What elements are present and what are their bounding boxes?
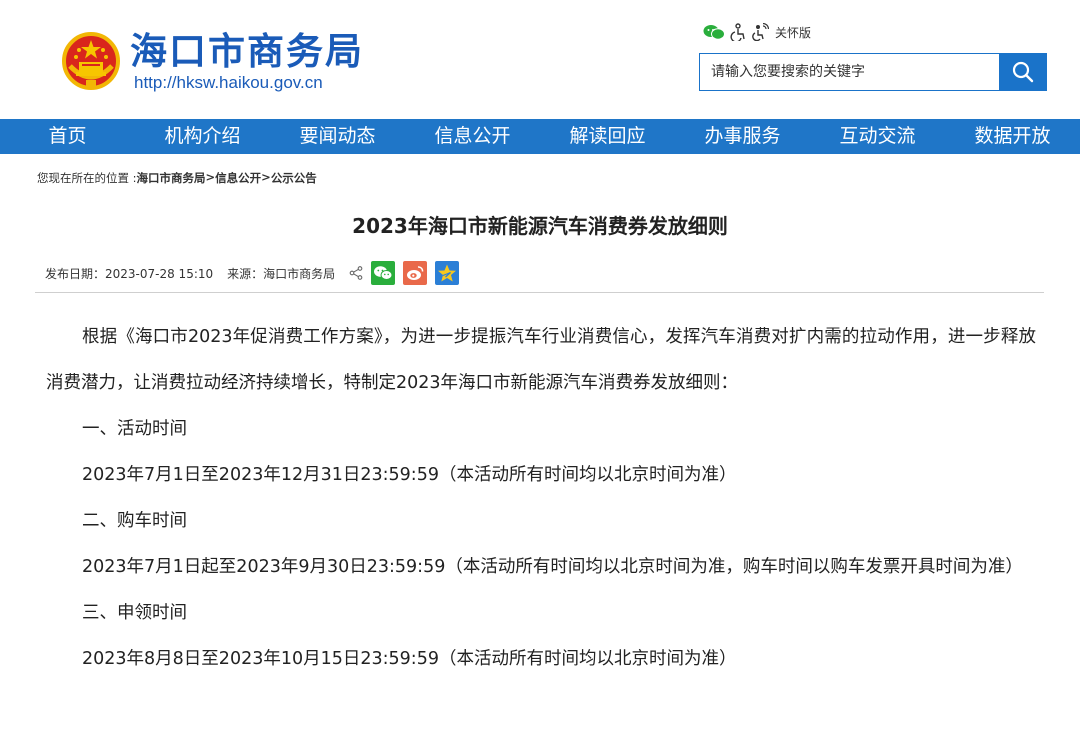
nav-item-interaction[interactable]: 互动交流 (810, 119, 945, 154)
nav-item-services[interactable]: 办事服务 (675, 119, 810, 154)
search-input[interactable] (700, 54, 999, 90)
breadcrumb-separator: > (261, 170, 271, 184)
breadcrumb-separator: > (205, 170, 216, 184)
article-title: 2023年海口市新能源汽车消费券发放细则 (352, 214, 728, 238)
nav-item-open-data[interactable]: 数据开放 (945, 119, 1080, 154)
accessibility-icon[interactable] (729, 23, 747, 41)
national-emblem-icon (62, 32, 120, 90)
breadcrumb-item-home[interactable]: 海口市商务局 (137, 170, 206, 186)
paragraph-intro: 根据《海口市2023年促消费工作方案》，为进一步提振汽车行业消费信心，发挥汽车消… (46, 327, 1036, 393)
share-wechat-button[interactable] (371, 261, 396, 285)
article-source: 来源：海口市商务局 (227, 266, 336, 281)
nav-item-news[interactable]: 要闻动态 (270, 119, 405, 154)
breadcrumb-item-disclosure[interactable]: 信息公开 (215, 170, 261, 186)
search-button[interactable] (999, 54, 1046, 90)
publish-date: 发布日期：2023-07-28 15:10 (45, 266, 214, 281)
share-icon[interactable] (349, 266, 363, 280)
site-url[interactable]: http://hksw.haikou.gov.cn (134, 73, 323, 93)
nav-item-organization[interactable]: 机构介绍 (135, 119, 270, 154)
breadcrumb-prefix: 您现在所在的位置 : (37, 171, 137, 185)
search-icon (1012, 61, 1033, 83)
wechat-icon[interactable] (703, 24, 725, 40)
nav-item-interpretation[interactable]: 解读回应 (540, 119, 675, 154)
care-mode-link[interactable]: 关怀版 (775, 24, 811, 41)
share-qzone-button[interactable] (435, 261, 460, 285)
section-heading-claim-time: 三、申领时间 (82, 603, 187, 623)
nav-item-home[interactable]: 首页 (0, 119, 135, 154)
site-name[interactable]: 海口市商务局 (130, 30, 364, 74)
wechat-icon (374, 266, 393, 280)
search-box (699, 53, 1047, 91)
paragraph-claim-time: 2023年8月8日至2023年10月15日23:59:59（本活动所有时间均以北… (82, 649, 737, 669)
qzone-star-icon (438, 264, 457, 282)
divider (35, 292, 1044, 293)
breadcrumb-item-notice[interactable]: 公示公告 (271, 170, 317, 186)
site-header: 海口市商务局 http://hksw.haikou.gov.cn 关怀版 (0, 0, 1080, 119)
share-bar (349, 261, 460, 285)
section-heading-activity-time: 一、活动时间 (82, 419, 187, 439)
header-toolbar: 关怀版 (703, 22, 811, 42)
weibo-icon (407, 266, 424, 280)
paragraph-activity-time: 2023年7月1日至2023年12月31日23:59:59（本活动所有时间均以北… (82, 465, 737, 485)
nav-item-disclosure[interactable]: 信息公开 (405, 119, 540, 154)
article-body: 根据《海口市2023年促消费工作方案》，为进一步提振汽车行业消费信心，发挥汽车消… (46, 314, 1036, 682)
article-meta: 发布日期：2023-07-28 15:10 来源：海口市商务局 (45, 261, 460, 285)
section-heading-purchase-time: 二、购车时间 (82, 511, 187, 531)
share-weibo-button[interactable] (403, 261, 428, 285)
main-nav: 首页 机构介绍 要闻动态 信息公开 解读回应 办事服务 互动交流 数据开放 (0, 119, 1080, 154)
paragraph-purchase-time: 2023年7月1日起至2023年9月30日23:59:59（本活动所有时间均以北… (82, 557, 1023, 577)
breadcrumb: 您现在所在的位置 : 海口市商务局 > 信息公开 > 公示公告 (37, 170, 317, 186)
voice-assist-icon[interactable] (751, 23, 769, 41)
